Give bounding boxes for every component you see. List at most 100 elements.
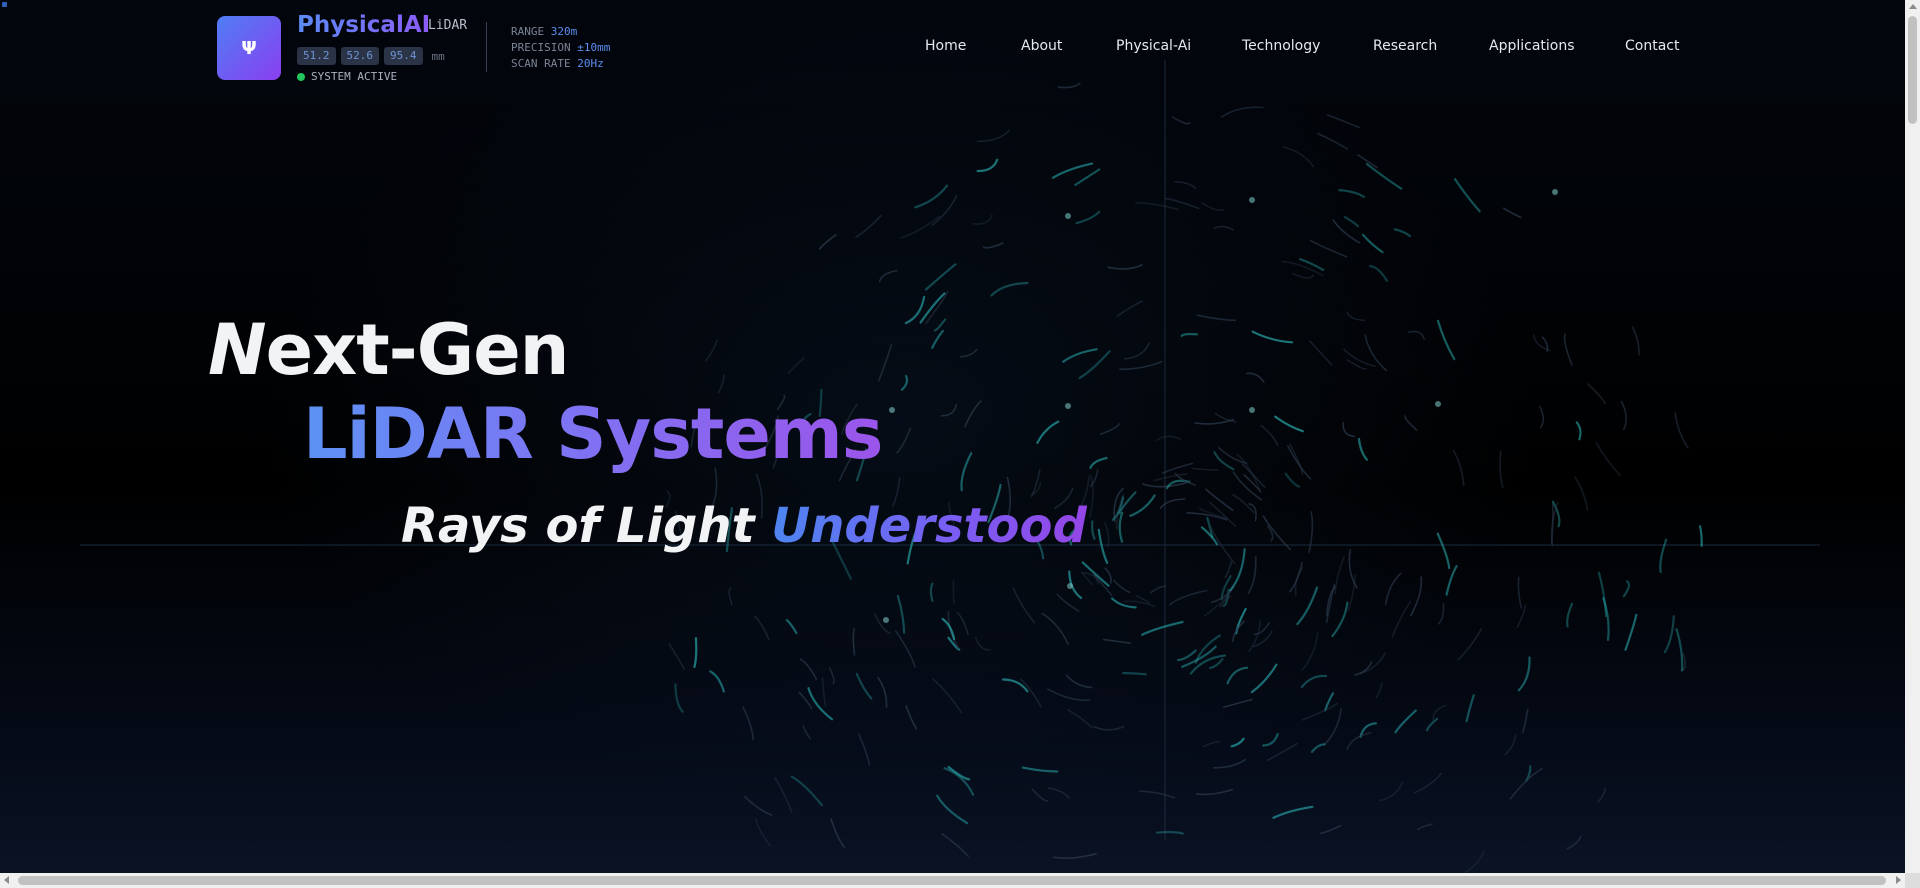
scan-arc xyxy=(956,612,969,636)
scan-arc xyxy=(1189,654,1227,675)
scan-arc xyxy=(932,678,963,714)
scan-arc xyxy=(1282,146,1315,168)
scan-arc xyxy=(1407,330,1425,340)
scan-arc xyxy=(900,374,909,391)
nav-physical-ai[interactable]: Physical-Ai xyxy=(1116,38,1191,54)
scan-arc xyxy=(974,636,991,651)
scan-arc xyxy=(1338,189,1365,198)
scan-arc xyxy=(1566,835,1582,850)
tagline-main: Rays of Light xyxy=(401,498,772,554)
brand-name[interactable]: PhysicalAI xyxy=(297,12,430,38)
scan-arc xyxy=(1323,708,1342,746)
scan-arc xyxy=(1078,350,1111,380)
brand-tag: LiDAR xyxy=(428,18,468,33)
scan-arc xyxy=(1253,622,1270,636)
scan-arc xyxy=(1393,228,1412,238)
scan-arc xyxy=(952,579,955,604)
site-header: Ψ PhysicalAI LiDAR 51.2 52.6 95.4 mm SYS… xyxy=(0,0,1905,95)
scan-arc xyxy=(1191,467,1219,471)
scan-arc xyxy=(1103,638,1132,644)
scan-arc xyxy=(878,269,898,283)
scan-arc xyxy=(798,691,813,710)
scan-arc xyxy=(1309,340,1333,366)
scan-arc xyxy=(896,427,912,454)
nav-research[interactable]: Research xyxy=(1373,38,1437,54)
scan-arc xyxy=(1675,628,1684,672)
main-nav: Home About Physical-Ai Technology Resear… xyxy=(0,38,1905,58)
scan-arc xyxy=(1232,471,1263,501)
scan-arc xyxy=(929,582,934,602)
scan-arc xyxy=(1453,178,1481,213)
scan-arc xyxy=(807,687,834,721)
nav-home[interactable]: Home xyxy=(925,38,966,54)
scroll-left-icon[interactable] xyxy=(4,876,9,884)
scroll-up-icon[interactable] xyxy=(1909,4,1917,9)
hero-line-next-gen: Next-Gen xyxy=(208,309,570,391)
scan-arc xyxy=(1220,106,1264,118)
scan-arc xyxy=(1171,116,1191,125)
scan-arc xyxy=(1093,725,1125,731)
scan-arc xyxy=(744,795,773,816)
status-label: SYSTEM ACTIVE xyxy=(311,70,398,83)
scan-arc xyxy=(1394,709,1417,734)
scan-arc xyxy=(1300,674,1327,689)
scan-arc xyxy=(1343,348,1376,367)
scan-arc xyxy=(1620,400,1627,431)
scan-arc xyxy=(1301,632,1319,672)
vertical-scrollbar[interactable] xyxy=(1905,0,1920,873)
scan-arc xyxy=(1457,627,1483,661)
hero-initial: N xyxy=(208,309,267,391)
scan-arc xyxy=(1361,233,1384,254)
scan-arc xyxy=(982,242,1004,249)
scan-arc xyxy=(1375,682,1383,699)
scan-arc xyxy=(1107,264,1143,270)
scan-arc xyxy=(693,637,698,668)
scan-arc xyxy=(799,658,818,681)
scan-arc xyxy=(1674,412,1689,449)
scan-arc xyxy=(1391,600,1412,638)
scan-arc xyxy=(674,683,684,713)
spec-value: 320m xyxy=(550,25,578,38)
scan-arc xyxy=(1504,733,1517,756)
horizontal-scrollbar[interactable] xyxy=(0,873,1905,888)
scan-arc xyxy=(1517,656,1531,692)
scroll-right-icon[interactable] xyxy=(1896,876,1901,884)
scan-arc xyxy=(933,318,947,332)
scan-arc xyxy=(1213,225,1234,231)
scan-arc xyxy=(976,158,999,173)
scan-arc xyxy=(1343,215,1360,228)
scan-arc xyxy=(717,374,725,394)
scan-arc xyxy=(1201,202,1225,212)
scan-arc xyxy=(1308,511,1314,554)
scan-arc xyxy=(878,344,893,382)
scan-arc xyxy=(972,214,993,225)
scan-arc xyxy=(1091,520,1096,540)
hero-tagline: Rays of Light Understood xyxy=(401,498,1087,554)
horizontal-scroll-thumb[interactable] xyxy=(18,876,1886,885)
scan-arc xyxy=(1065,674,1093,689)
scan-point xyxy=(1552,189,1558,195)
scan-arc xyxy=(1334,555,1345,595)
scan-arc xyxy=(828,667,835,685)
scan-arc xyxy=(852,628,856,656)
nav-about[interactable]: About xyxy=(1021,38,1062,54)
scan-arc xyxy=(1243,474,1262,493)
scan-arc xyxy=(936,794,969,825)
scan-arc xyxy=(802,724,812,740)
scan-arc xyxy=(754,818,771,847)
scan-arc xyxy=(1122,671,1147,676)
scan-arc xyxy=(728,587,733,606)
scan-arc xyxy=(1053,853,1097,859)
nav-applications[interactable]: Applications xyxy=(1489,38,1575,54)
nav-contact[interactable]: Contact xyxy=(1625,38,1679,54)
lidar-landing-page: Ψ PhysicalAI LiDAR 51.2 52.6 95.4 mm SYS… xyxy=(0,0,1920,888)
scan-arc xyxy=(1597,571,1608,618)
nav-technology[interactable]: Technology xyxy=(1242,38,1320,54)
scan-arc xyxy=(1074,168,1101,186)
scan-arc xyxy=(1595,441,1621,476)
vertical-scroll-thumb[interactable] xyxy=(1908,16,1917,124)
scan-arc xyxy=(1116,300,1143,317)
scan-arc xyxy=(1465,694,1475,723)
scan-arc xyxy=(818,234,837,250)
scan-arc xyxy=(1075,210,1101,225)
